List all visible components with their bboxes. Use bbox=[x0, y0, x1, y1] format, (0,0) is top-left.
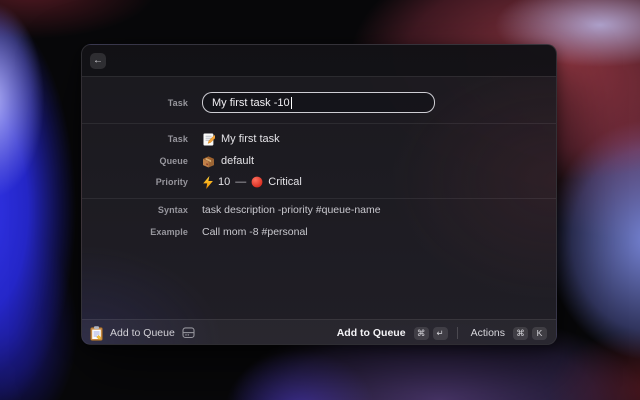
cmd-key-icon: ⌘ bbox=[513, 327, 528, 340]
syntax-value: task description -priority #queue-name bbox=[202, 204, 381, 216]
return-key-icon: ↵ bbox=[433, 327, 448, 340]
meta-queue-value-row: default bbox=[202, 152, 254, 170]
desktop-wallpaper: { "window": { "header": { "back_glyph": … bbox=[0, 0, 640, 400]
k-key-icon: K bbox=[532, 327, 547, 340]
printer-icon[interactable] bbox=[182, 327, 195, 339]
priority-number: 10 bbox=[218, 176, 230, 188]
command-info: Add to Queue bbox=[90, 326, 195, 341]
back-button[interactable]: ← bbox=[90, 53, 106, 69]
meta-queue-value: default bbox=[221, 155, 254, 167]
meta-priority-label: Priority bbox=[82, 173, 188, 191]
clipboard-icon bbox=[90, 326, 103, 341]
divider bbox=[82, 198, 556, 199]
example-value: Call mom -8 #personal bbox=[202, 226, 308, 238]
divider bbox=[82, 123, 556, 124]
divider bbox=[82, 76, 556, 77]
package-icon bbox=[202, 155, 215, 168]
task-input-value: My first task -10 bbox=[212, 97, 290, 109]
task-input[interactable]: My first task -10 bbox=[202, 92, 435, 113]
meta-task-value: My first task bbox=[221, 133, 280, 145]
text-caret bbox=[291, 97, 292, 109]
memo-icon bbox=[202, 133, 215, 146]
meta-queue-label: Queue bbox=[82, 152, 188, 170]
task-field-label: Task bbox=[82, 93, 188, 113]
example-label: Example bbox=[82, 225, 188, 239]
arrow-left-icon: ← bbox=[93, 56, 103, 66]
actions-button[interactable]: Actions bbox=[471, 327, 505, 339]
primary-action-button[interactable]: Add to Queue bbox=[337, 327, 406, 339]
lightning-bolt-icon bbox=[202, 176, 214, 189]
syntax-label: Syntax bbox=[82, 203, 188, 217]
action-bar: Add to Queue Add to Queue ⌘ ↵ Actions ⌘ … bbox=[82, 319, 556, 345]
cmd-key-icon: ⌘ bbox=[414, 327, 429, 340]
window-header: ← bbox=[82, 45, 556, 76]
meta-task-value-row: My first task bbox=[202, 130, 280, 148]
meta-priority-value-row: 10 — Critical bbox=[202, 173, 302, 191]
red-circle-icon bbox=[251, 176, 263, 188]
footer-separator bbox=[457, 327, 458, 339]
raycast-window: ← Task My first task -10 Task My first t… bbox=[81, 44, 557, 345]
meta-task-label: Task bbox=[82, 130, 188, 148]
priority-dash: — bbox=[235, 176, 246, 188]
priority-level: Critical bbox=[268, 176, 302, 188]
command-name: Add to Queue bbox=[110, 327, 175, 339]
